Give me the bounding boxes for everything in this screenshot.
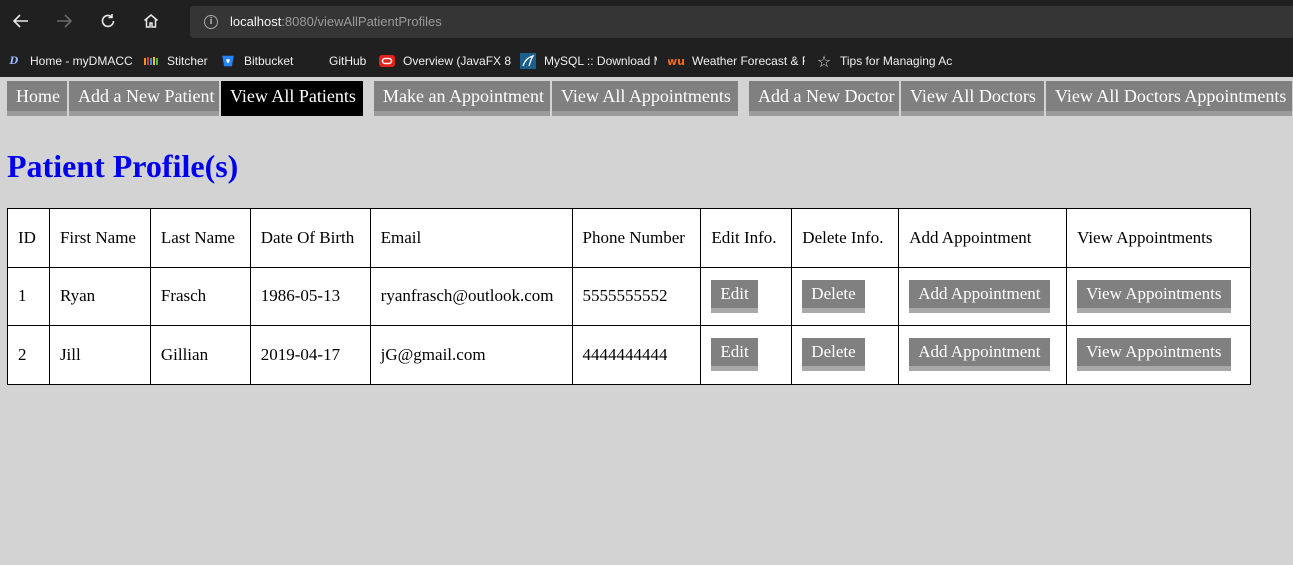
- refresh-button[interactable]: [94, 7, 122, 35]
- patient-profiles-table: ID First Name Last Name Date Of Birth Em…: [7, 208, 1251, 385]
- column-header: First Name: [48, 208, 151, 268]
- delete-button[interactable]: Delete: [802, 279, 865, 313]
- nav-view-all-patients[interactable]: View All Patients: [221, 81, 363, 116]
- cell-email: ryanfrasch@outlook.com: [369, 266, 573, 326]
- cell-edit: Edit: [700, 325, 793, 385]
- column-header: Phone Number: [571, 208, 702, 268]
- cell-edit: Edit: [700, 266, 793, 326]
- view-appointments-button[interactable]: View Appointments: [1077, 338, 1231, 372]
- nav-add-new-patient[interactable]: Add a New Patient: [69, 81, 219, 116]
- cell-id: 2: [7, 325, 50, 385]
- bookmark-bitbucket[interactable]: Bitbucket: [220, 52, 300, 70]
- column-header: Email: [369, 208, 573, 268]
- cell-view-appointments: View Appointments: [1066, 266, 1251, 326]
- table-header-row: ID First Name Last Name Date Of Birth Em…: [7, 208, 1251, 268]
- nav-make-appointment[interactable]: Make an Appointment: [374, 81, 550, 116]
- forward-button[interactable]: [50, 7, 78, 35]
- back-button[interactable]: [7, 7, 35, 35]
- column-header: View Appointments: [1066, 208, 1251, 268]
- home-icon: [144, 14, 158, 28]
- stitcher-icon: [143, 53, 159, 69]
- edit-button[interactable]: Edit: [711, 338, 758, 372]
- page-title: Patient Profile(s): [7, 148, 239, 184]
- cell-delete: Delete: [791, 266, 900, 326]
- column-header: ID: [7, 208, 50, 268]
- cell-phone: 5555555552: [571, 266, 702, 326]
- bookmark-mysql[interactable]: MySQL :: Download M: [520, 52, 657, 70]
- nav-add-new-doctor[interactable]: Add a New Doctor: [749, 81, 899, 116]
- star-icon: ☆: [816, 52, 832, 70]
- bookmark-stitcher[interactable]: Stitcher: [143, 52, 213, 70]
- table-row: 2 Jill Gillian 2019-04-17 jG@gmail.com 4…: [7, 325, 1251, 385]
- cell-add-appointment: Add Appointment: [898, 325, 1068, 385]
- column-header: Edit Info.: [700, 208, 793, 268]
- bookmark-github[interactable]: GitHub: [305, 52, 370, 70]
- cell-add-appointment: Add Appointment: [898, 266, 1068, 326]
- bookmark-tips[interactable]: ☆ Tips for Managing Ac: [816, 52, 954, 70]
- cell-last-name: Frasch: [149, 266, 251, 326]
- browser-toolbar: i localhost:8080/viewAllPatientProfiles: [0, 0, 1293, 45]
- bookmark-javafx[interactable]: Overview (JavaFX 8): [379, 52, 511, 70]
- column-header: Date Of Birth: [249, 208, 371, 268]
- nav-view-all-doctors[interactable]: View All Doctors: [901, 81, 1044, 116]
- delete-button[interactable]: Delete: [802, 338, 865, 372]
- cell-dob: 1986-05-13: [249, 266, 371, 326]
- nav-view-all-doctors-appointments[interactable]: View All Doctors Appointments: [1046, 81, 1292, 116]
- bookmark-mydmacc[interactable]: D Home - myDMACC: [6, 52, 134, 70]
- mysql-icon: [520, 53, 536, 69]
- cell-first-name: Jill: [48, 325, 151, 385]
- cell-phone: 4444444444: [571, 325, 702, 385]
- bitbucket-icon: [220, 53, 236, 69]
- column-header: Add Appointment: [898, 208, 1068, 268]
- arrow-left-icon: [12, 14, 28, 28]
- nav-home[interactable]: Home: [7, 81, 67, 116]
- cell-view-appointments: View Appointments: [1066, 325, 1251, 385]
- column-header: Delete Info.: [791, 208, 900, 268]
- info-icon[interactable]: i: [204, 15, 218, 29]
- wunderground-icon: wu: [668, 54, 685, 68]
- github-icon: [305, 53, 321, 69]
- cell-delete: Delete: [791, 325, 900, 385]
- home-button[interactable]: [137, 7, 165, 35]
- arrow-right-icon: [57, 14, 73, 28]
- view-appointments-button[interactable]: View Appointments: [1077, 279, 1231, 313]
- add-appointment-button[interactable]: Add Appointment: [909, 338, 1050, 372]
- bookmarks-bar: D Home - myDMACC Stitcher Bitbucket GitH…: [0, 45, 1293, 77]
- nav-view-all-appointments[interactable]: View All Appointments: [552, 81, 738, 116]
- bookmark-weather[interactable]: wu Weather Forecast & F: [668, 52, 805, 70]
- cell-last-name: Gillian: [149, 325, 251, 385]
- edit-button[interactable]: Edit: [711, 279, 758, 313]
- cell-first-name: Ryan: [48, 266, 151, 326]
- oracle-icon: [379, 53, 395, 69]
- cell-id: 1: [7, 266, 50, 326]
- table-row: 1 Ryan Frasch 1986-05-13 ryanfrasch@outl…: [7, 266, 1251, 326]
- cell-email: jG@gmail.com: [369, 325, 573, 385]
- add-appointment-button[interactable]: Add Appointment: [909, 279, 1050, 313]
- cell-dob: 2019-04-17: [249, 325, 371, 385]
- url-text[interactable]: localhost:8080/viewAllPatientProfiles: [230, 13, 442, 31]
- dmacc-icon: D: [9, 55, 19, 67]
- refresh-icon: [101, 14, 115, 28]
- address-bar[interactable]: i localhost:8080/viewAllPatientProfiles: [190, 6, 1293, 38]
- column-header: Last Name: [149, 208, 251, 268]
- site-nav: Home Add a New Patient View All Patients…: [0, 81, 1293, 117]
